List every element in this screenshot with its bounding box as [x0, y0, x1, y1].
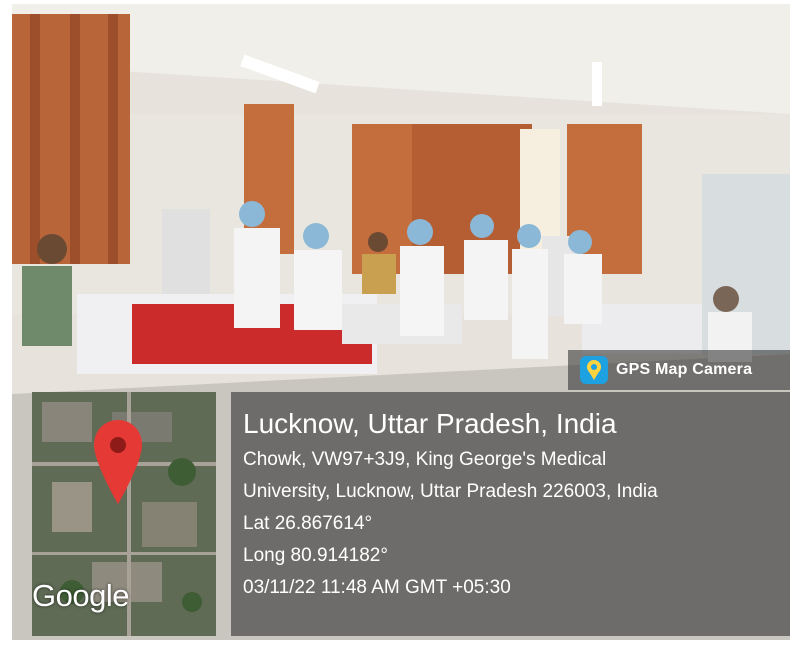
google-logo: Google [32, 578, 129, 613]
map-pin-camera-icon [580, 356, 608, 384]
address-line-1: Chowk, VW97+3J9, King George's Medical [243, 449, 607, 470]
datetime: 03/11/22 11:48 AM GMT +05:30 [243, 577, 511, 598]
location-info-panel: Lucknow, Uttar Pradesh, India Chowk, VW9… [231, 392, 790, 636]
longitude: Long 80.914182° [243, 545, 388, 566]
address-line-2: University, Lucknow, Uttar Pradesh 22600… [243, 481, 658, 502]
location-title: Lucknow, Uttar Pradesh, India [243, 408, 617, 439]
gps-map-camera-badge: GPS Map Camera [568, 350, 790, 390]
latitude: Lat 26.867614° [243, 513, 373, 534]
location-pin-icon [94, 420, 142, 504]
badge-label: GPS Map Camera [616, 361, 753, 378]
map-thumbnail: Google [32, 392, 216, 636]
